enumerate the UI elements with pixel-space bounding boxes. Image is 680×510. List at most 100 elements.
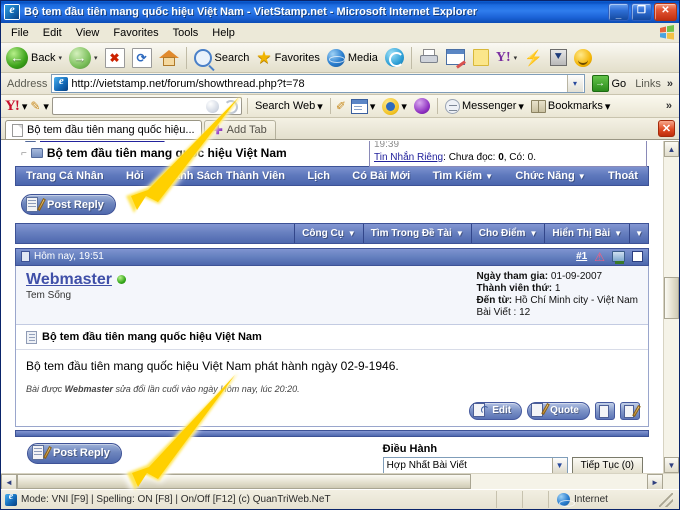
scroll-down-button[interactable]: ▼ <box>664 457 679 473</box>
messenger-button[interactable]: Messenger ▾ <box>443 98 526 114</box>
vertical-scrollbar[interactable]: ▲ ▼ <box>663 141 679 473</box>
search-web-button[interactable]: Search Web ▾ <box>253 100 325 113</box>
nav-item-features[interactable]: Chức Năng ▼ <box>515 170 585 182</box>
moderation-select[interactable]: Hợp Nhất Bài Viết ▼ <box>382 456 568 473</box>
yahoo-caret-icon[interactable]: ▾ <box>514 54 518 62</box>
private-messages-link[interactable]: Tin Nhắn Riêng <box>374 152 443 163</box>
edit-page-button[interactable] <box>443 45 469 71</box>
add-tab-button[interactable]: ✚ Add Tab <box>203 120 276 139</box>
window-layout-caret-icon[interactable]: ▾ <box>370 100 376 113</box>
horizontal-scroll-track[interactable] <box>17 474 647 489</box>
tab-active[interactable]: Bộ tem đầu tiên mang quốc hiệu... <box>5 120 202 139</box>
menu-help[interactable]: Help <box>205 25 242 41</box>
nav-item-calendar[interactable]: Lịch <box>307 170 330 182</box>
post-number-link[interactable]: #1 <box>576 251 587 262</box>
highlighter-caret-icon[interactable]: ▾ <box>43 100 49 113</box>
restore-button[interactable]: ❐ <box>631 3 652 21</box>
scroll-right-button[interactable]: ► <box>647 474 663 490</box>
yahoo-music-button[interactable] <box>412 98 432 114</box>
resize-grip-icon[interactable] <box>659 492 673 507</box>
edit-post-button[interactable]: Edit <box>469 401 523 420</box>
refresh-icon: ⟳ <box>131 47 152 68</box>
display-modes-menu[interactable]: Hiển Thị Bài ▼ <box>544 223 629 243</box>
refresh-button[interactable]: ⟳ <box>129 45 155 71</box>
close-button[interactable]: ✕ <box>654 3 677 21</box>
bookmarks-caret-icon[interactable]: ▾ <box>605 100 611 113</box>
address-overflow-icon[interactable]: » <box>667 78 676 90</box>
nav-item-profile[interactable]: Trang Cá Nhân <box>26 170 104 182</box>
search-web-caret-icon[interactable]: ▾ <box>317 100 323 113</box>
vertical-scroll-thumb[interactable] <box>664 277 679 319</box>
yahoo-logo-caret-icon[interactable]: ▾ <box>22 100 28 113</box>
minimize-button[interactable]: _ <box>608 3 629 21</box>
vertical-scroll-track[interactable] <box>664 157 679 457</box>
back-caret-icon[interactable]: ▾ <box>58 54 62 62</box>
menu-tools[interactable]: Tools <box>166 25 206 41</box>
post-author-link[interactable]: Webmaster <box>26 271 126 288</box>
forward-button[interactable]: → ▾ <box>66 45 101 71</box>
go-button[interactable]: → Go <box>589 75 630 92</box>
multiquote-button[interactable] <box>595 401 615 420</box>
music-icon <box>413 98 430 114</box>
thread-tools-menu[interactable]: Công Cụ ▼ <box>294 223 363 243</box>
thread-overflow-menu[interactable]: ▼ <box>629 223 648 243</box>
download-manager-button[interactable]: ⯆ <box>547 45 570 71</box>
media-icon <box>326 48 345 67</box>
search-thread-menu[interactable]: Tìm Trong Đề Tài ▼ <box>362 223 471 243</box>
select-post-checkbox[interactable] <box>632 251 643 262</box>
nav-item-memberlist[interactable]: Danh Sách Thành Viên <box>166 170 285 182</box>
menu-file[interactable]: File <box>4 25 36 41</box>
yahoo-overflow-icon[interactable]: » <box>666 100 675 112</box>
links-button[interactable]: Links <box>633 78 663 90</box>
menu-edit[interactable]: Edit <box>36 25 69 41</box>
user-online-icon[interactable] <box>612 251 625 264</box>
moderation-continue-button[interactable]: Tiếp Tục (0) <box>571 456 643 473</box>
horizontal-scrollbar[interactable]: ◄ ► <box>1 473 679 490</box>
search-swirl-icon <box>223 100 238 114</box>
forward-caret-icon[interactable]: ▾ <box>94 54 98 62</box>
quick-reply-button[interactable] <box>620 401 641 420</box>
yahoo-antispy-button[interactable]: ▾ <box>380 97 409 115</box>
nav-item-search[interactable]: Tìm Kiếm ▼ <box>433 170 494 182</box>
rate-thread-menu[interactable]: Cho Điểm ▼ <box>470 223 545 243</box>
post-reply-button-top[interactable]: Post Reply <box>21 194 116 215</box>
messenger-caret-icon[interactable]: ▾ <box>518 100 524 113</box>
scroll-left-button[interactable]: ◄ <box>1 474 17 490</box>
post-reply-button-bottom[interactable]: Post Reply <box>27 442 122 464</box>
yahoo-logo-icon[interactable]: Y! <box>5 98 20 115</box>
quote-post-button[interactable]: Quote <box>527 401 590 420</box>
pencil-tool-icon[interactable]: ✐ <box>336 99 346 113</box>
post-reply-label-bottom: Post Reply <box>53 447 110 459</box>
printer-icon <box>419 49 439 66</box>
address-input[interactable]: http://vietstamp.net/forum/showthread.ph… <box>51 74 585 93</box>
smiley-button[interactable] <box>571 45 595 71</box>
yahoo-windows-button[interactable]: ▾ <box>349 98 378 114</box>
menu-favorites[interactable]: Favorites <box>106 25 165 41</box>
target-caret-icon[interactable]: ▾ <box>401 100 407 113</box>
menu-view[interactable]: View <box>69 25 107 41</box>
stop-button[interactable]: ✖ <box>102 45 128 71</box>
back-button[interactable]: ← Back ▾ <box>3 45 65 71</box>
print-button[interactable] <box>416 45 442 71</box>
history-button[interactable] <box>382 45 407 71</box>
home-button[interactable] <box>156 45 182 71</box>
horizontal-scroll-thumb[interactable] <box>17 474 471 489</box>
yahoo-search-input[interactable] <box>51 97 242 115</box>
nav-item-logout[interactable]: Thoát <box>608 170 638 182</box>
notes-button[interactable] <box>470 45 492 71</box>
nav-item-help[interactable]: Hỏi <box>126 170 144 182</box>
nav-item-newposts[interactable]: Có Bài Mới <box>352 170 410 182</box>
media-button[interactable]: Media <box>324 45 381 71</box>
address-dropdown-icon[interactable]: ▾ <box>566 75 583 92</box>
yahoo-toolbar-button[interactable]: Y! ▾ <box>493 45 520 71</box>
pm-total-label: , Có: <box>503 152 525 163</box>
search-bulb-icon <box>205 100 219 113</box>
messenger-fast-button[interactable]: ⚡ <box>521 45 546 71</box>
close-tab-button[interactable]: ✕ <box>658 120 675 137</box>
report-post-icon[interactable]: ⚠ <box>594 251 605 263</box>
scroll-up-button[interactable]: ▲ <box>664 141 679 157</box>
highlighter-icon[interactable]: ✎ <box>30 99 40 113</box>
bookmarks-button[interactable]: Bookmarks ▾ <box>529 99 613 113</box>
search-button[interactable]: Search <box>191 45 253 71</box>
favorites-button[interactable]: ★ Favorites <box>253 45 323 71</box>
